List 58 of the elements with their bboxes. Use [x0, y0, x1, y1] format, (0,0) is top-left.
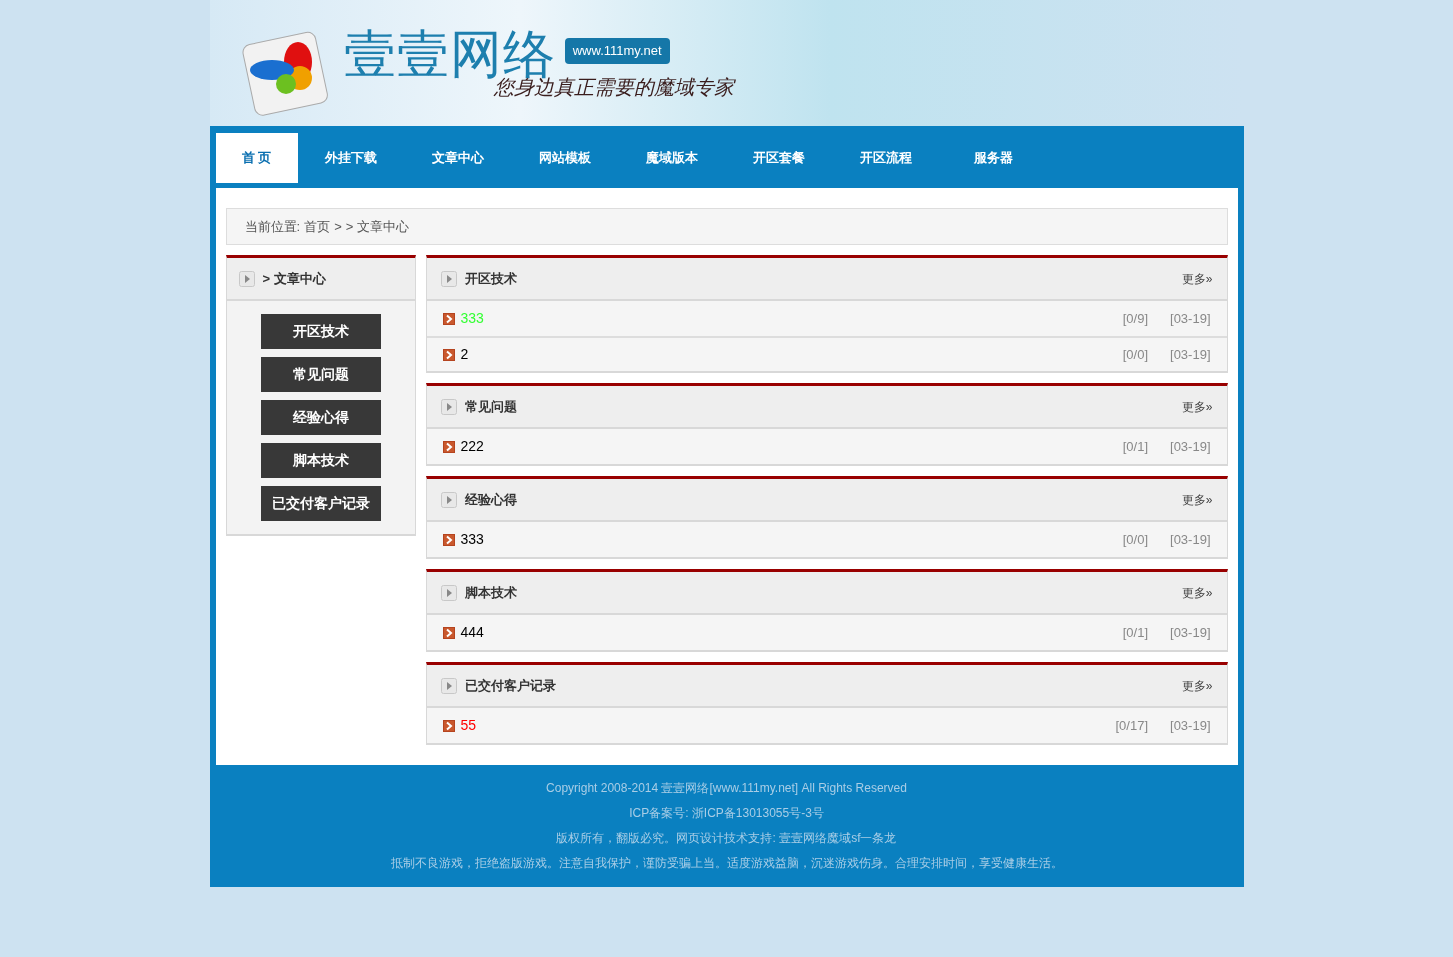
- article-date: [03-19]: [1170, 345, 1211, 364]
- article-date: [03-19]: [1170, 437, 1211, 456]
- sidebar-item[interactable]: 经验心得: [260, 400, 381, 435]
- more-link[interactable]: 更多»: [1181, 397, 1213, 416]
- reply-count: [0/9]: [1122, 309, 1148, 328]
- reply-count: [0/0]: [1122, 345, 1148, 364]
- footer-text: ICP备案号: 浙ICP备13013055号-3号: [629, 805, 824, 822]
- reply-count: [0/17]: [1115, 716, 1148, 735]
- sidebar-item[interactable]: 开区技术: [260, 314, 381, 349]
- sidebar-item[interactable]: 已交付客户记录: [260, 486, 381, 521]
- category-title: 已交付客户记录: [464, 676, 557, 695]
- category-title: 脚本技术: [464, 583, 518, 602]
- breadcrumb-link[interactable]: 首页: [304, 216, 331, 237]
- article-date: [03-19]: [1170, 530, 1211, 549]
- article-link[interactable]: 55: [460, 715, 1110, 736]
- breadcrumb-link[interactable]: >: [334, 216, 342, 237]
- arrow-icon: [442, 440, 455, 453]
- url-badge: www.111my.net: [564, 38, 670, 64]
- article-link[interactable]: 333: [460, 529, 1117, 550]
- breadcrumb-label: 当前位置:: [244, 217, 301, 236]
- more-link[interactable]: 更多»: [1181, 583, 1213, 602]
- sidebar-title: > 文章中心: [262, 269, 326, 288]
- arrow-icon: [442, 719, 455, 732]
- category-title: 常见问题: [464, 397, 518, 416]
- category-title: 开区技术: [464, 269, 518, 288]
- reply-count: [0/1]: [1122, 437, 1148, 456]
- nav-tab[interactable]: 服务器: [939, 133, 1047, 183]
- footer-text: Copyright 2008-2014 壹壹网络[www.111my.net] All Rights Reserved: [546, 780, 907, 797]
- sidebar-item[interactable]: 脚本技术: [260, 443, 381, 478]
- nav-tab[interactable]: 网站模板: [511, 133, 619, 183]
- breadcrumb-link[interactable]: 文章中心: [357, 216, 410, 237]
- more-link[interactable]: 更多»: [1181, 676, 1213, 695]
- arrow-icon: [442, 533, 455, 546]
- nav-tab[interactable]: 魔域版本: [618, 133, 726, 183]
- article-date: [03-19]: [1170, 716, 1211, 735]
- nav-tab[interactable]: 开区套餐: [725, 133, 833, 183]
- more-link[interactable]: 更多»: [1181, 490, 1213, 509]
- more-link[interactable]: 更多»: [1181, 269, 1213, 288]
- reply-count: [0/1]: [1122, 623, 1148, 642]
- sidebar-item[interactable]: 常见问题: [260, 357, 381, 392]
- arrow-icon: [442, 312, 455, 325]
- article-link[interactable]: 444: [460, 622, 1117, 643]
- article-date: [03-19]: [1170, 309, 1211, 328]
- nav-tab[interactable]: 外挂下载: [297, 133, 405, 183]
- footer-text: 抵制不良游戏，拒绝盗版游戏。注意自我保护，谨防受骗上当。适度游戏益脑，沉迷游戏伤身。合理安排时间，享受健康生活。: [390, 855, 1063, 872]
- footer-text: 版权所有，翻版必究。网页设计技术支持: 壹壹网络魔域sf一条龙: [556, 830, 897, 847]
- nav-tab[interactable]: 文章中心: [404, 133, 512, 183]
- breadcrumb-link[interactable]: >: [345, 216, 354, 237]
- arrow-icon: [442, 348, 455, 361]
- article-link[interactable]: 222: [460, 436, 1117, 457]
- nav-tab[interactable]: 首 页: [215, 133, 298, 183]
- article-date: [03-19]: [1170, 623, 1211, 642]
- category-title: 经验心得: [464, 490, 518, 509]
- article-link[interactable]: 2: [460, 344, 1117, 365]
- nav-tab[interactable]: 开区流程: [832, 133, 940, 183]
- arrow-icon: [442, 626, 455, 639]
- logo-text: 壹壹网络: [343, 28, 557, 80]
- reply-count: [0/0]: [1122, 530, 1148, 549]
